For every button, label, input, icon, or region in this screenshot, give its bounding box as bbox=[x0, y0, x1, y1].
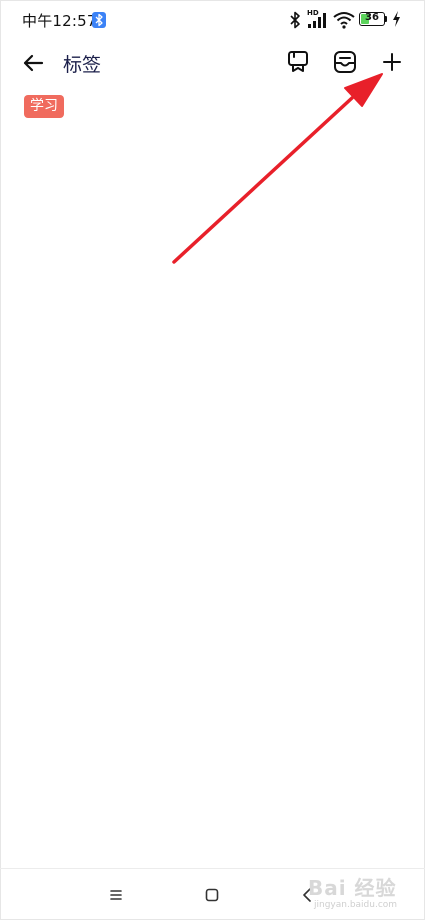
watermark-main: Bai 经验 bbox=[308, 876, 397, 900]
status-time: 中午12:57 bbox=[22, 12, 97, 30]
tag-board-icon bbox=[288, 51, 308, 72]
battery-level: 36 bbox=[365, 12, 379, 23]
menu-icon bbox=[110, 890, 122, 900]
screen-frame bbox=[0, 0, 425, 920]
bluetooth-icon bbox=[290, 11, 300, 29]
wifi-icon bbox=[333, 12, 355, 29]
tag-chip-study[interactable]: 学习 bbox=[24, 95, 64, 118]
bluetooth-badge-icon bbox=[92, 12, 106, 28]
baidu-watermark: Bai 经验 jingyan.baidu.com bbox=[308, 872, 418, 918]
signal-icon bbox=[308, 13, 326, 28]
arrow-left-icon bbox=[23, 54, 44, 72]
watermark-sub: jingyan.baidu.com bbox=[314, 900, 398, 910]
home-button[interactable] bbox=[200, 883, 224, 907]
inbox-button[interactable] bbox=[331, 48, 359, 76]
app-header: 标签 bbox=[0, 40, 425, 84]
status-bar: 中午12:57 HD 36 bbox=[0, 0, 425, 40]
battery-icon: 36 bbox=[359, 12, 385, 26]
home-square-icon bbox=[205, 888, 219, 902]
battery-cap bbox=[385, 16, 387, 22]
charging-icon bbox=[393, 11, 400, 27]
page-title: 标签 bbox=[63, 54, 102, 76]
add-tag-button[interactable] bbox=[378, 48, 406, 76]
recent-apps-button[interactable] bbox=[104, 883, 128, 907]
inbox-icon bbox=[334, 51, 356, 73]
tag-board-button[interactable] bbox=[284, 48, 312, 76]
back-button[interactable] bbox=[18, 48, 48, 78]
plus-icon bbox=[383, 53, 401, 71]
